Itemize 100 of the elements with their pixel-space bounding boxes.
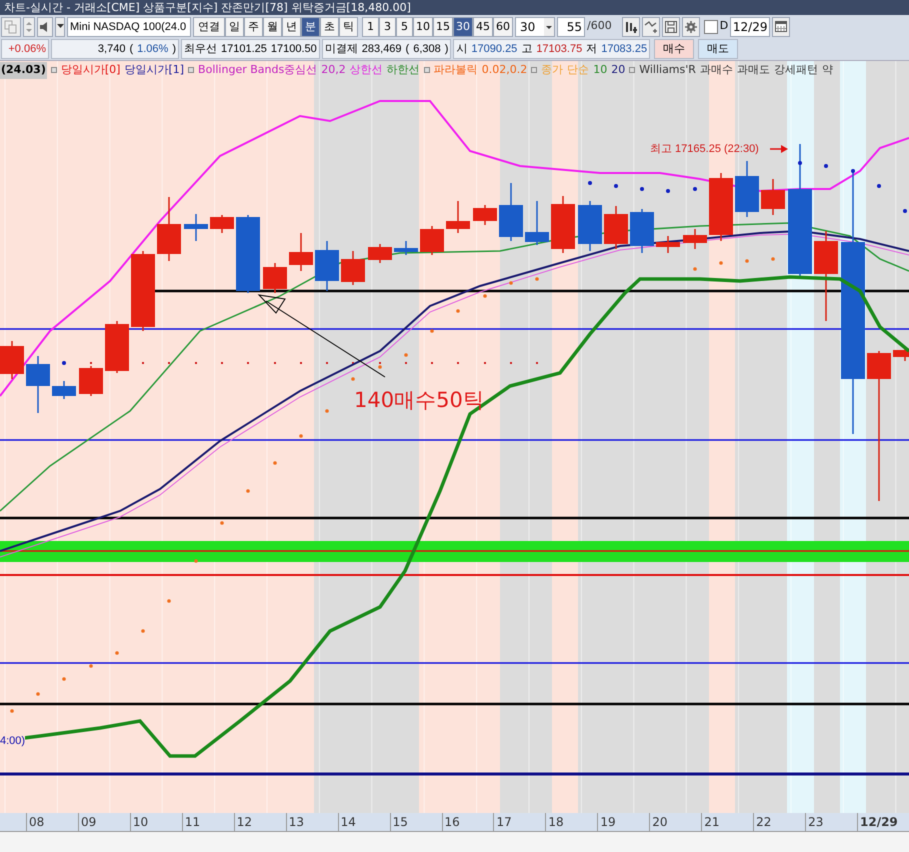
candlestick	[26, 356, 50, 413]
candlestick	[735, 161, 759, 217]
time-label: 11	[182, 813, 234, 831]
candlestick	[184, 214, 208, 241]
quote-value: 1.06%	[137, 42, 168, 57]
time-label: 15	[390, 813, 442, 831]
time-label: 08	[26, 813, 78, 831]
legend-label: 과매도	[736, 62, 770, 78]
candlestick	[210, 215, 234, 233]
toolbar-tab[interactable]: 연결	[193, 16, 225, 36]
parabolic-dot	[62, 361, 66, 365]
interval-combo[interactable]: 30	[515, 16, 555, 36]
candlestick	[263, 263, 287, 293]
time-label: 21	[701, 813, 754, 831]
high-price-label: 최고 17165.25 (22:30)	[650, 142, 759, 157]
candlestick	[157, 197, 181, 261]
parabolic-dot	[824, 164, 828, 168]
toolbar-tab[interactable]: 5	[396, 16, 413, 36]
toolbar-tab[interactable]: 초	[320, 16, 339, 36]
settings-icon[interactable]	[682, 16, 700, 36]
toolbar-tab[interactable]: 45	[473, 16, 493, 36]
candlestick	[394, 241, 418, 255]
toolbar-tab[interactable]: 주	[244, 16, 263, 36]
quote-value: 3,740	[98, 42, 126, 57]
speaker-icon[interactable]	[37, 16, 53, 36]
checkbox-label: D	[720, 18, 728, 34]
date-field[interactable]: 12/29	[730, 16, 770, 36]
quote-value: 시	[456, 42, 468, 57]
toolbar-tab[interactable]: 10	[413, 16, 433, 36]
buy-button[interactable]: 매수	[654, 39, 694, 59]
candlestick	[79, 366, 103, 396]
toolbar-tab[interactable]: 년	[282, 16, 301, 36]
quote-value: 17083.25	[601, 42, 648, 57]
quote-value: 17101.25	[221, 42, 267, 57]
legend-label: 약	[822, 62, 833, 78]
parabolic-dot	[693, 187, 697, 191]
toolbar-tab[interactable]: 60	[493, 16, 513, 36]
candlestick	[368, 244, 392, 263]
parabolic-dot	[535, 277, 539, 281]
time-label: 19	[597, 813, 650, 831]
quote-value: (	[129, 42, 134, 57]
time-label: 16	[442, 813, 494, 831]
parabolic-dot	[903, 209, 907, 213]
toolbar-tab[interactable]: 1	[362, 16, 379, 36]
sell-button[interactable]: 매도	[698, 39, 738, 59]
calendar-icon[interactable]	[772, 16, 790, 36]
parabolic-dot	[430, 329, 434, 333]
quote-value: (	[406, 42, 410, 57]
toolbar-tab[interactable]: 30	[453, 16, 473, 36]
toolbar-tab[interactable]: 틱	[339, 16, 358, 36]
parabolic-dot	[115, 651, 119, 655]
toolbar-tab[interactable]: 3	[379, 16, 396, 36]
toolbar-tab[interactable]: 분	[301, 16, 320, 36]
candlestick	[656, 236, 680, 253]
parabolic-dot	[456, 309, 460, 313]
title-bar: 차트-실시간 - 거래소[CME] 상품구분[지수] 잔존만기[78] 위탁증거금[18,480.00]	[0, 0, 909, 15]
legend-label: 당일시가[1]	[124, 62, 184, 78]
parabolic-dot	[693, 267, 697, 271]
symbol-field[interactable]: Mini NASDAQ 100(24.0	[67, 16, 191, 36]
line-add-icon[interactable]	[642, 16, 660, 36]
parabolic-dot	[325, 409, 329, 413]
legend-label: 20	[611, 62, 626, 78]
parabolic-dot	[851, 169, 855, 173]
time-label: 12/29	[857, 813, 909, 831]
candlestick	[105, 321, 129, 373]
parabolic-dot	[10, 709, 14, 713]
toolbar-tab[interactable]: 월	[263, 16, 282, 36]
parabolic-dot	[745, 259, 749, 263]
chart-annotation: 140매수50틱	[354, 387, 484, 414]
toolbar-tab[interactable]: 15	[433, 16, 453, 36]
parabolic-dot	[273, 461, 277, 465]
legend-label: 단순	[567, 62, 590, 78]
candlestick	[604, 206, 628, 249]
candlestick	[52, 381, 76, 399]
legend-label: 10	[593, 62, 608, 78]
parabolic-dot	[89, 664, 93, 668]
count-max: /600	[587, 18, 612, 34]
quote-value: )	[444, 42, 448, 57]
toolbar-tab[interactable]: 일	[225, 16, 244, 36]
parabolic-dot	[404, 353, 408, 357]
time-label: 18	[545, 813, 598, 831]
count-field[interactable]: 55	[557, 16, 585, 36]
legend-label: (24.03)	[0, 62, 47, 78]
quote-value: +0.06%	[8, 42, 46, 57]
save-icon[interactable]	[662, 16, 680, 36]
dropdown-icon[interactable]	[55, 16, 65, 36]
candlestick	[578, 201, 602, 251]
candlestick	[473, 205, 497, 225]
quote-value: 283,469	[362, 42, 402, 57]
parabolic-dot	[614, 184, 618, 188]
quote-value: 17100.50	[270, 42, 317, 57]
candle-add-icon[interactable]	[622, 16, 640, 36]
time-label: 23	[805, 813, 857, 831]
candlestick	[709, 173, 733, 241]
time-label: 20	[649, 813, 702, 831]
parabolic-dot	[666, 189, 670, 193]
parabolic-dot	[640, 187, 644, 191]
time-label: 12	[234, 813, 286, 831]
date-checkbox[interactable]	[704, 20, 718, 34]
parabolic-dot	[299, 434, 303, 438]
